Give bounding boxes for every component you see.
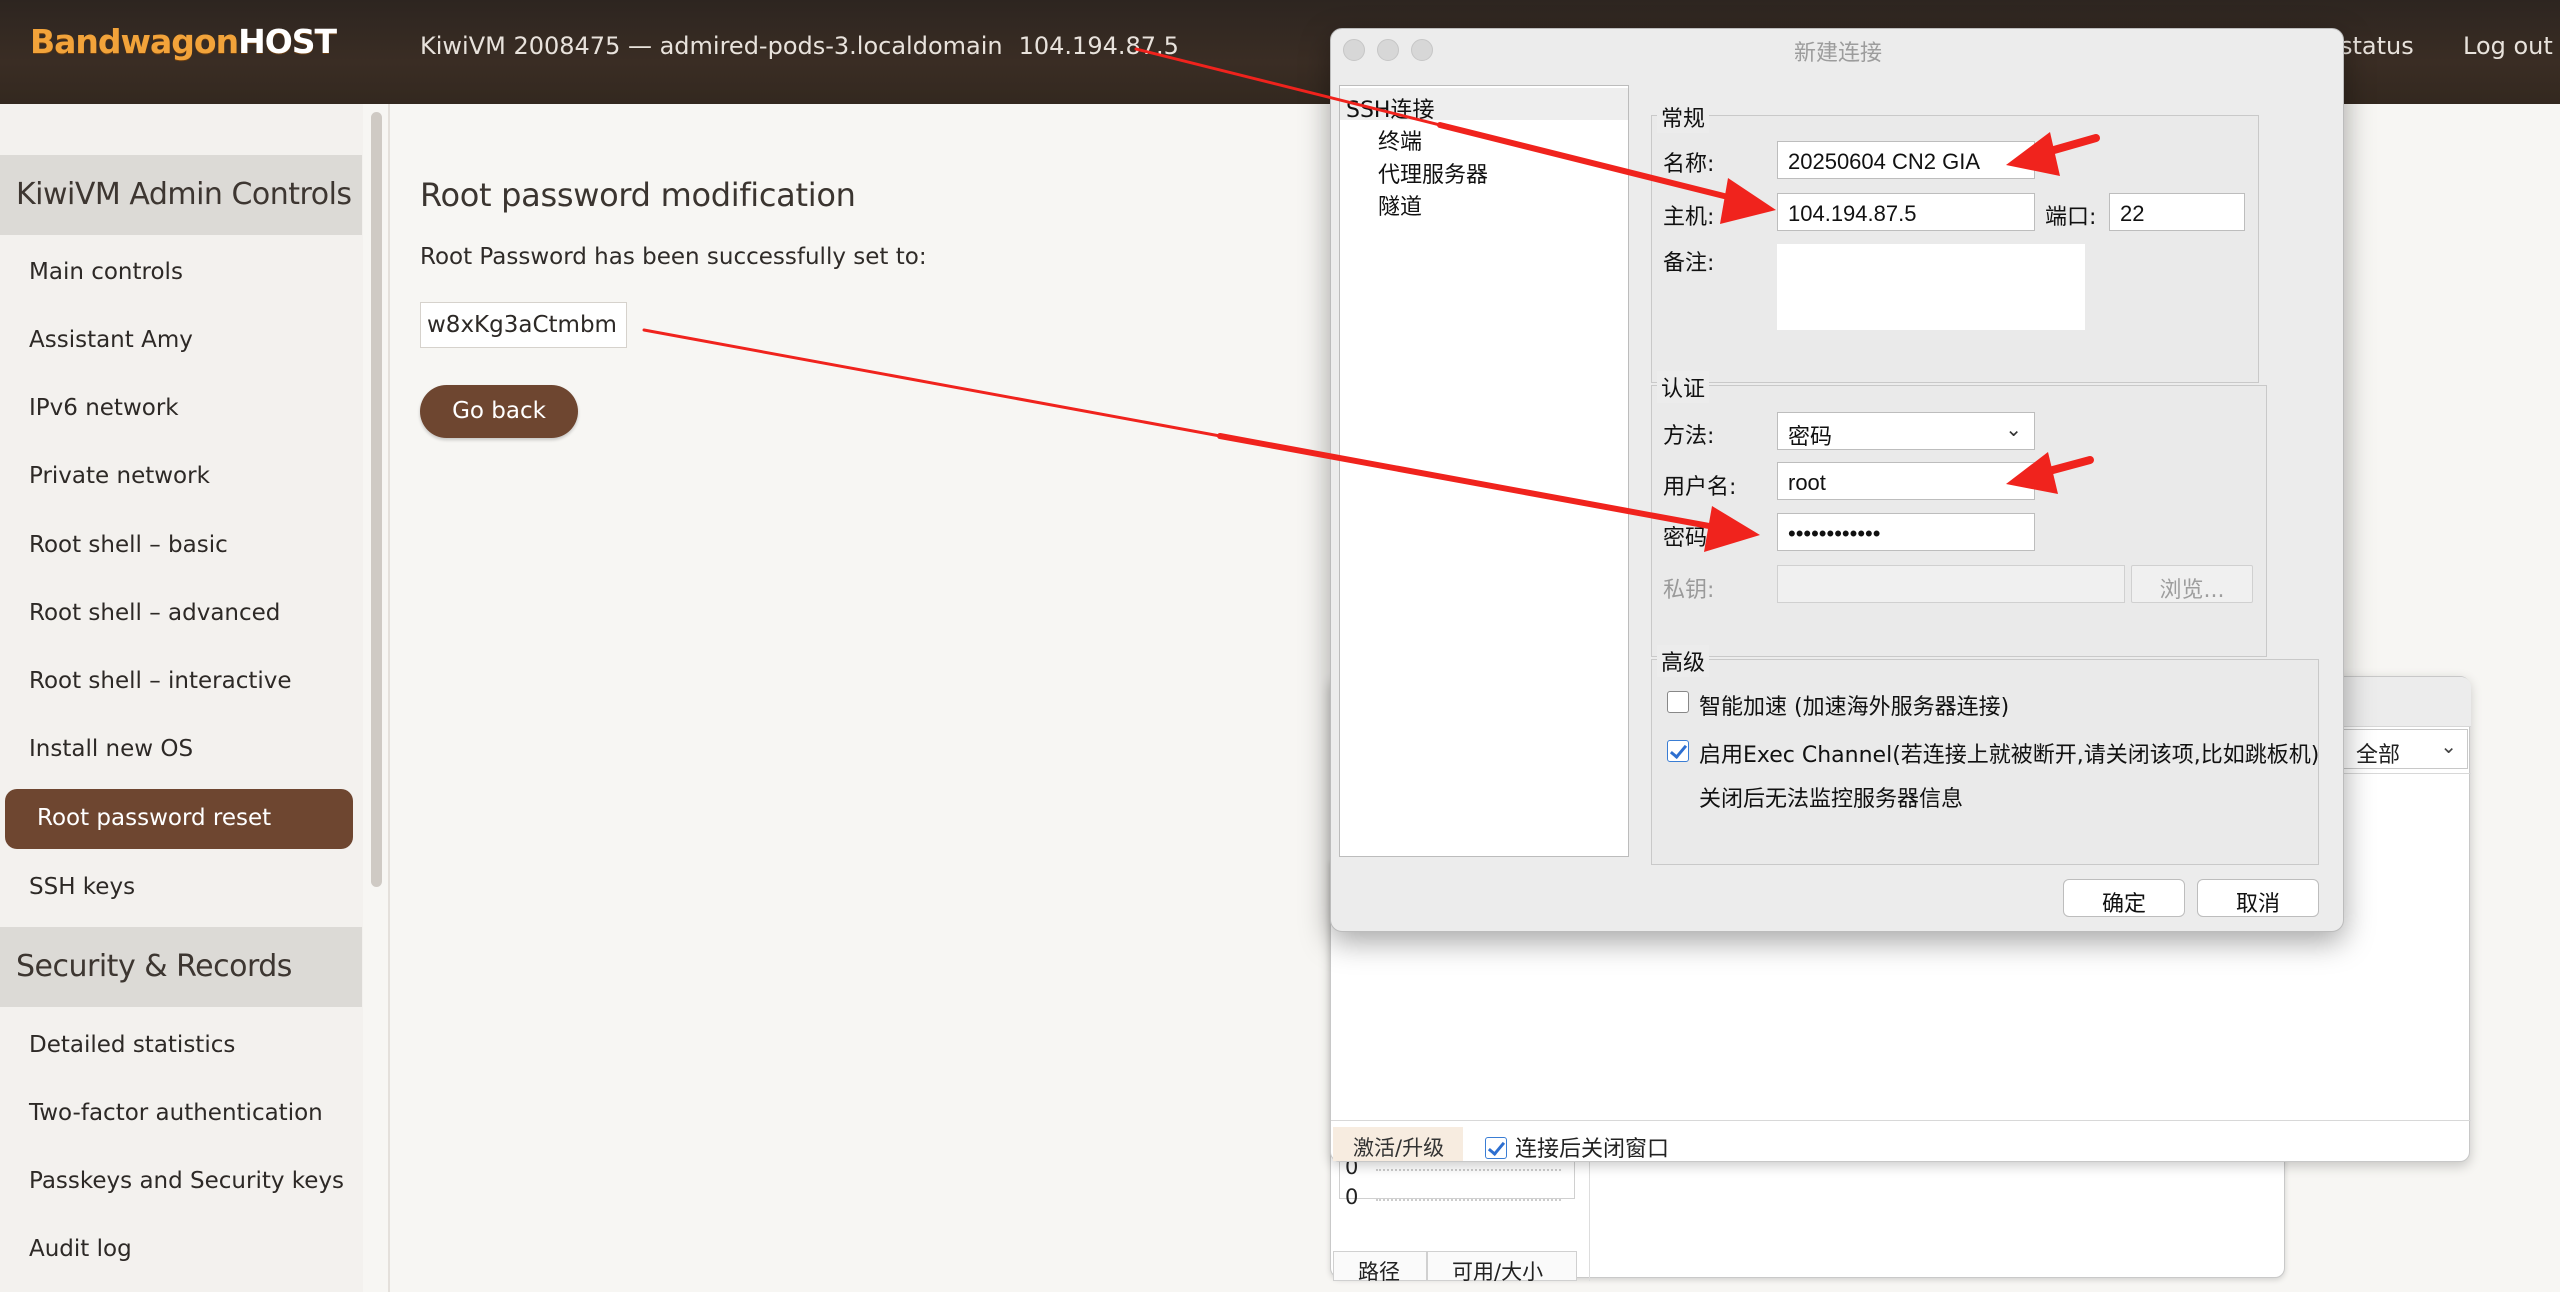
sidebar-item-two-factor-auth[interactable]: Two-factor authentication <box>29 1100 323 1126</box>
sidebar-item-root-shell-interactive[interactable]: Root shell – interactive <box>29 668 292 694</box>
auth-group-label: 认证 <box>1657 371 1710 403</box>
sidebar-item-root-shell-basic[interactable]: Root shell – basic <box>29 532 228 558</box>
password-label: 密码: <box>1663 526 1715 551</box>
screen: BandwagonHOST KiwiVM 2008475 — admired-p… <box>0 0 2560 1292</box>
chevron-down-icon: ⌄ <box>2005 417 2022 441</box>
sidebar-item-root-password-reset[interactable]: Root password reset <box>5 789 353 849</box>
name-label: 名称: <box>1663 152 1715 177</box>
port-input[interactable]: 22 <box>2109 193 2245 231</box>
host-label: 主机: <box>1663 205 1715 230</box>
sidebar-item-ssh-keys[interactable]: SSH keys <box>29 874 135 900</box>
general-group-label: 常规 <box>1657 101 1710 133</box>
sidebar-item-audit-log[interactable]: Audit log <box>29 1236 132 1262</box>
sidebar-item-main-controls[interactable]: Main controls <box>29 259 183 285</box>
method-select[interactable]: 密码 ⌄ <box>1777 412 2035 450</box>
settings-tree: SSH连接 终端 代理服务器 隧道 <box>1339 85 1629 857</box>
browse-button: 浏览... <box>2131 565 2253 603</box>
username-label: 用户名: <box>1663 475 1737 500</box>
filter-select[interactable]: 全部 ⌄ <box>2343 729 2468 769</box>
smart-accel-label: 智能加速 (加速海外服务器连接) <box>1699 695 2010 720</box>
sidebar-section-admin-controls: KiwiVM Admin Controls <box>0 155 362 235</box>
cancel-button[interactable]: 取消 <box>2197 879 2319 917</box>
page-title: Root password modification <box>420 176 856 214</box>
dotted-line <box>1376 1169 1561 1171</box>
vm-info: KiwiVM 2008475 — admired-pods-3.localdom… <box>420 32 1179 60</box>
tree-item-ssh[interactable]: SSH连接 <box>1346 92 1434 124</box>
sidebar-item-root-shell-advanced[interactable]: Root shell – advanced <box>29 600 280 626</box>
sidebar-item-assistant-amy[interactable]: Assistant Amy <box>29 327 193 353</box>
tree-item-proxy[interactable]: 代理服务器 <box>1378 157 1488 189</box>
method-label: 方法: <box>1663 424 1715 449</box>
chevron-down-icon: ⌄ <box>2440 734 2457 758</box>
tree-item-tunnel[interactable]: 隧道 <box>1378 189 1422 221</box>
sidebar-divider <box>388 104 390 1292</box>
host-input[interactable]: 104.194.87.5 <box>1777 193 2035 231</box>
port-label: 端口: <box>2045 205 2097 230</box>
dialog-title: 新建连接 <box>1793 41 1882 66</box>
note-textarea[interactable] <box>1777 244 2085 330</box>
advanced-group-label: 高级 <box>1657 645 1710 677</box>
bandwagonhost-logo[interactable]: BandwagonHOST <box>30 22 337 61</box>
exec-channel-note: 关闭后无法监控服务器信息 <box>1699 787 1964 812</box>
new-connection-dialog: 新建连接 SSH连接 终端 代理服务器 隧道 常规 名称: 20250604 C… <box>1330 28 2344 932</box>
column-header-path[interactable]: 路径 <box>1333 1251 1427 1284</box>
sidebar-item-passkeys[interactable]: Passkeys and Security keys <box>29 1168 344 1194</box>
activate-upgrade-button[interactable]: 激活/升级 <box>1333 1127 1463 1161</box>
go-back-button[interactable]: Go back <box>420 385 578 438</box>
note-label: 备注: <box>1663 251 1715 276</box>
vm-ip: 104.194.87.5 <box>1018 32 1179 60</box>
sidebar-scrollbar[interactable] <box>371 112 382 887</box>
sidebar-item-private-network[interactable]: Private network <box>29 463 210 489</box>
close-after-connect-checkbox[interactable] <box>1485 1137 1507 1159</box>
column-header-available[interactable]: 可用/大小 <box>1427 1251 1577 1284</box>
sidebar-item-ipv6-network[interactable]: IPv6 network <box>29 395 179 421</box>
sidebar-item-install-new-os[interactable]: Install new OS <box>29 736 193 762</box>
username-input[interactable]: root <box>1777 462 2035 500</box>
sidebar-item-detailed-statistics[interactable]: Detailed statistics <box>29 1032 235 1058</box>
new-password-field[interactable]: w8xKg3aCtmbm <box>420 302 627 348</box>
password-input[interactable]: •••••••••••• <box>1777 513 2035 551</box>
sidebar-section-security-records: Security & Records <box>0 927 362 1007</box>
private-key-input <box>1777 565 2125 603</box>
logout-link[interactable]: Log out <box>2463 32 2553 60</box>
exec-channel-checkbox[interactable] <box>1667 740 1689 762</box>
name-input[interactable]: 20250604 CN2 GIA <box>1777 141 2035 179</box>
dotted-line <box>1376 1199 1561 1201</box>
tree-item-terminal[interactable]: 终端 <box>1378 124 1422 156</box>
close-after-connect-option[interactable]: 连接后关闭窗口 <box>1485 1131 1669 1163</box>
success-message: Root Password has been successfully set … <box>420 244 927 270</box>
private-key-label: 私钥: <box>1663 578 1715 603</box>
exec-channel-label: 启用Exec Channel(若连接上就被断开,请关闭该项,比如跳板机) <box>1699 743 2320 768</box>
status-link[interactable]: status <box>2340 32 2414 60</box>
smart-accel-checkbox[interactable] <box>1667 691 1689 713</box>
ok-button[interactable]: 确定 <box>2063 879 2185 917</box>
stat-value-2: 0 <box>1345 1185 1359 1209</box>
